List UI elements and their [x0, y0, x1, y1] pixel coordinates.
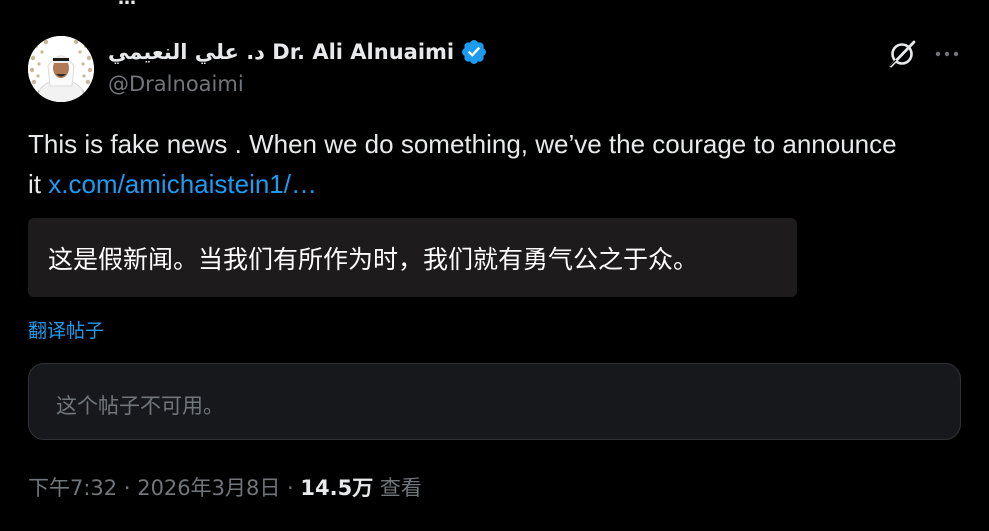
previous-content-cut: … [118, 0, 178, 4]
views-label: 查看 [373, 476, 422, 500]
translate-post-link[interactable]: 翻译帖子 [28, 316, 104, 343]
post-meta: 下午7:32 · 2026年3月8日 · 14.5万 查看 [28, 472, 422, 502]
translation-box: 这是假新闻。当我们有所作为时，我们就有勇气公之于众。 [28, 218, 797, 297]
author-handle[interactable]: @Dralnoaimi [108, 72, 244, 96]
tweet-link[interactable]: x.com/amichaistein1/… [48, 169, 317, 199]
quoted-post-unavailable: 这个帖子不可用。 [28, 363, 961, 440]
meta-separator: · [117, 476, 138, 500]
meta-separator: · [280, 476, 301, 500]
display-name[interactable]: د. علي النعيمي Dr. Ali Alnuaimi [108, 40, 454, 64]
avatar[interactable] [28, 36, 94, 102]
unavailable-text: 这个帖子不可用。 [56, 394, 224, 418]
post-time[interactable]: 下午7:32 [28, 476, 117, 500]
translation-text: 这是假新闻。当我们有所作为时，我们就有勇气公之于众。 [48, 245, 699, 274]
views-count: 14.5万 [300, 476, 374, 500]
verified-badge-icon[interactable] [460, 38, 488, 66]
grok-icon[interactable] [886, 38, 918, 70]
author-name-row[interactable]: د. علي النعيمي Dr. Ali Alnuaimi [108, 36, 488, 68]
cut-text: … [118, 0, 136, 4]
more-options-icon[interactable] [933, 40, 961, 68]
tweet-text: This is fake news . When we do something… [28, 124, 908, 204]
avatar-image [28, 36, 94, 102]
post-date[interactable]: 2026年3月8日 [137, 476, 280, 500]
